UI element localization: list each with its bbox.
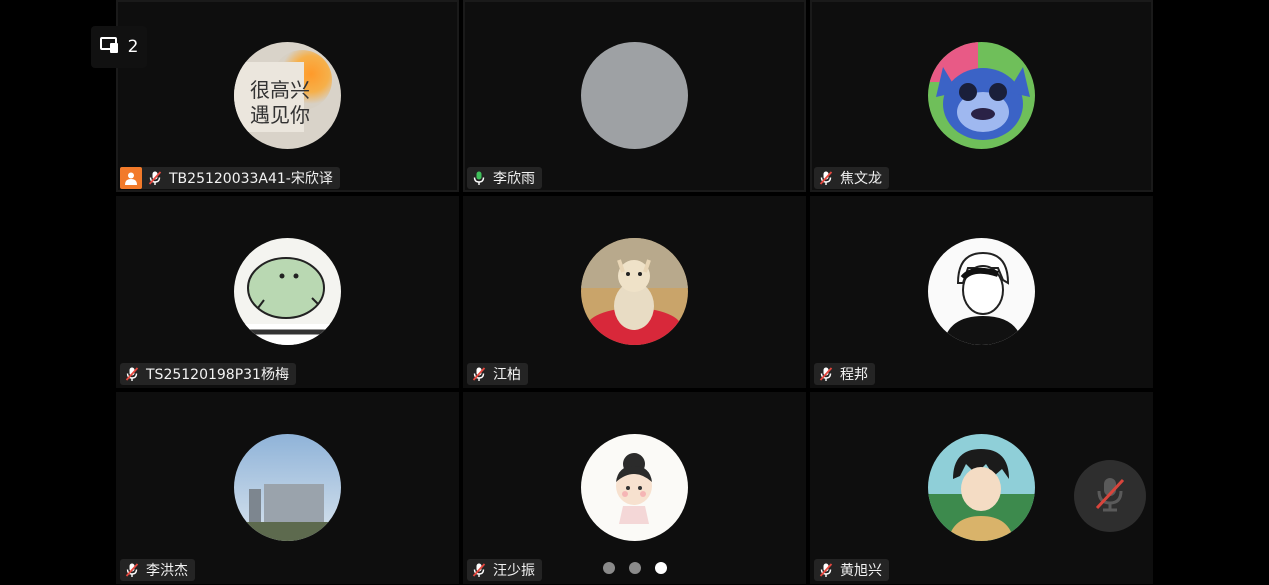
mic-muted-icon [1093, 475, 1127, 517]
page-dot[interactable] [603, 562, 615, 574]
participant-name: TB25120033A41-宋欣译 [169, 171, 333, 187]
participant-name: 汪少振 [493, 563, 535, 579]
participant-name: 黄旭兴 [840, 563, 882, 579]
participant-name: 李洪杰 [146, 563, 188, 579]
participant-name-tag: 汪少振 [467, 559, 542, 581]
svg-text:遇见你: 遇见你 [250, 103, 310, 127]
page-indicator[interactable] [603, 562, 667, 574]
participant-tile[interactable]: 焦文龙 [810, 0, 1153, 192]
participant-name-tag: 江柏 [467, 363, 528, 385]
screen-share-count-button[interactable]: 2 [91, 26, 147, 68]
participant-tile[interactable]: 江柏 [463, 196, 806, 388]
participant-avatar [234, 238, 341, 345]
participant-name: TS25120198P31杨梅 [146, 367, 289, 383]
participant-name-tag: TB25120033A41-宋欣译 [120, 167, 340, 189]
mic-on-icon [471, 170, 487, 186]
participant-name: 李欣雨 [493, 171, 535, 187]
participant-avatar [234, 434, 341, 541]
screen-share-icon [99, 36, 120, 59]
host-icon [120, 167, 142, 189]
participant-name: 焦文龙 [840, 171, 882, 187]
video-grid: 很高兴 遇见你 TB25120033A41-宋欣译 李欣雨 焦文龙 TS2512… [116, 0, 1153, 585]
participant-tile[interactable]: TS25120198P31杨梅 [116, 196, 459, 388]
participant-avatar [581, 434, 688, 541]
participant-tile[interactable]: 很高兴 遇见你 TB25120033A41-宋欣译 [116, 0, 459, 192]
participant-tile[interactable]: 李欣雨 [463, 0, 806, 192]
mute-toggle-button[interactable] [1074, 460, 1146, 532]
participant-name: 江柏 [493, 367, 521, 383]
participant-avatar: 很高兴 遇见你 [234, 42, 341, 149]
participant-name-tag: 程邦 [814, 363, 875, 385]
svg-text:很高兴: 很高兴 [250, 78, 310, 102]
participant-name-tag: 黄旭兴 [814, 559, 889, 581]
participant-tile[interactable]: 李洪杰 [116, 392, 459, 584]
participant-name-tag: 焦文龙 [814, 167, 889, 189]
participant-name-tag: 李欣雨 [467, 167, 542, 189]
participant-count: 2 [127, 37, 139, 57]
mic-muted-icon [818, 170, 834, 186]
mic-muted-icon [471, 562, 487, 578]
participant-avatar [581, 42, 688, 149]
mic-muted-icon [147, 170, 163, 186]
mic-muted-icon [124, 366, 140, 382]
participant-name: 程邦 [840, 367, 868, 383]
participant-tile[interactable]: 程邦 [810, 196, 1153, 388]
mic-muted-icon [818, 366, 834, 382]
mic-muted-icon [124, 562, 140, 578]
mic-muted-icon [818, 562, 834, 578]
participant-name-tag: TS25120198P31杨梅 [120, 363, 296, 385]
participant-avatar [928, 434, 1035, 541]
page-dot-active[interactable] [655, 562, 667, 574]
mic-muted-icon [471, 366, 487, 382]
participant-name-tag: 李洪杰 [120, 559, 195, 581]
participant-tile[interactable]: 汪少振 [463, 392, 806, 584]
participant-avatar [581, 238, 688, 345]
participant-avatar [928, 238, 1035, 345]
participant-avatar [928, 42, 1035, 149]
page-dot[interactable] [629, 562, 641, 574]
